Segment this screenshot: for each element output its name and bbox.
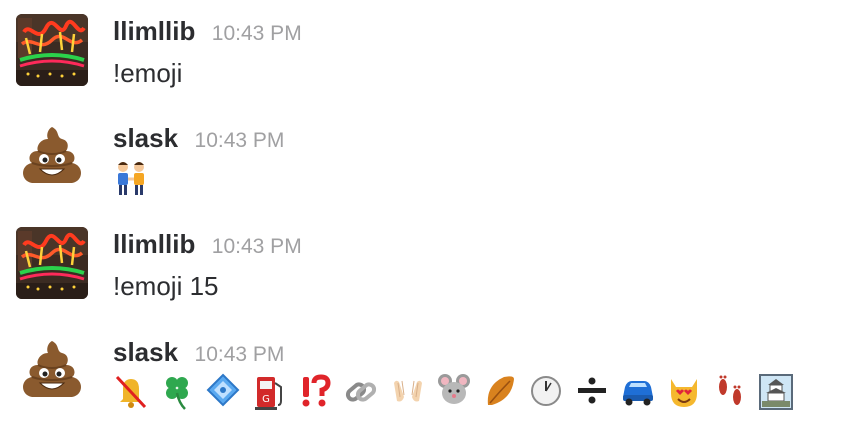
- open-hands-icon[interactable]: [390, 369, 426, 413]
- emoji-row: [113, 155, 154, 199]
- bell-with-slash-icon[interactable]: [113, 369, 149, 413]
- timestamp[interactable]: 10:43 PM: [195, 338, 285, 372]
- clock-one-icon[interactable]: [528, 369, 564, 413]
- emoji-row: G: [113, 369, 799, 413]
- message-header: llimllib 10:43 PM: [113, 227, 302, 261]
- message-text: !emoji 15: [113, 271, 219, 301]
- svg-text:G: G: [262, 394, 270, 405]
- diamond-with-dot-icon[interactable]: [205, 369, 241, 413]
- link-icon[interactable]: [343, 369, 379, 413]
- smiling-cat-heart-eyes-icon[interactable]: [666, 369, 702, 413]
- timestamp[interactable]: 10:43 PM: [212, 230, 302, 264]
- neon-sign-avatar[interactable]: [16, 14, 88, 86]
- timestamp[interactable]: 10:43 PM: [212, 17, 302, 51]
- mouse-face-icon[interactable]: [436, 369, 472, 413]
- timestamp[interactable]: 10:43 PM: [195, 124, 285, 158]
- message-header: slask 10:43 PM: [113, 335, 284, 369]
- fallen-leaf-icon[interactable]: [482, 369, 518, 413]
- japanese-castle-icon[interactable]: [758, 369, 794, 413]
- message: slask 10:43 PM: [0, 335, 848, 435]
- heavy-division-sign-icon[interactable]: [574, 369, 610, 413]
- message-text: !emoji: [113, 58, 183, 88]
- username[interactable]: slask: [113, 121, 178, 155]
- message: llimllib 10:43 PM !emoji: [0, 14, 848, 114]
- automobile-icon[interactable]: [620, 369, 656, 413]
- message: slask 10:43 PM: [0, 121, 848, 221]
- message-header: llimllib 10:43 PM: [113, 14, 302, 48]
- exclamation-question-mark-icon[interactable]: [297, 369, 333, 413]
- fuel-pump-icon[interactable]: G: [251, 369, 287, 413]
- footprints-icon[interactable]: [712, 369, 748, 413]
- neon-sign-avatar[interactable]: [16, 227, 88, 299]
- username[interactable]: llimllib: [113, 227, 195, 261]
- pile-of-poo-avatar[interactable]: [16, 335, 88, 407]
- two-men-holding-hands-icon[interactable]: [113, 155, 149, 199]
- pile-of-poo-avatar[interactable]: [16, 121, 88, 193]
- message: llimllib 10:43 PM !emoji 15: [0, 227, 848, 327]
- username[interactable]: llimllib: [113, 14, 195, 48]
- four-leaf-clover-icon[interactable]: [159, 369, 195, 413]
- username[interactable]: slask: [113, 335, 178, 369]
- message-header: slask 10:43 PM: [113, 121, 284, 155]
